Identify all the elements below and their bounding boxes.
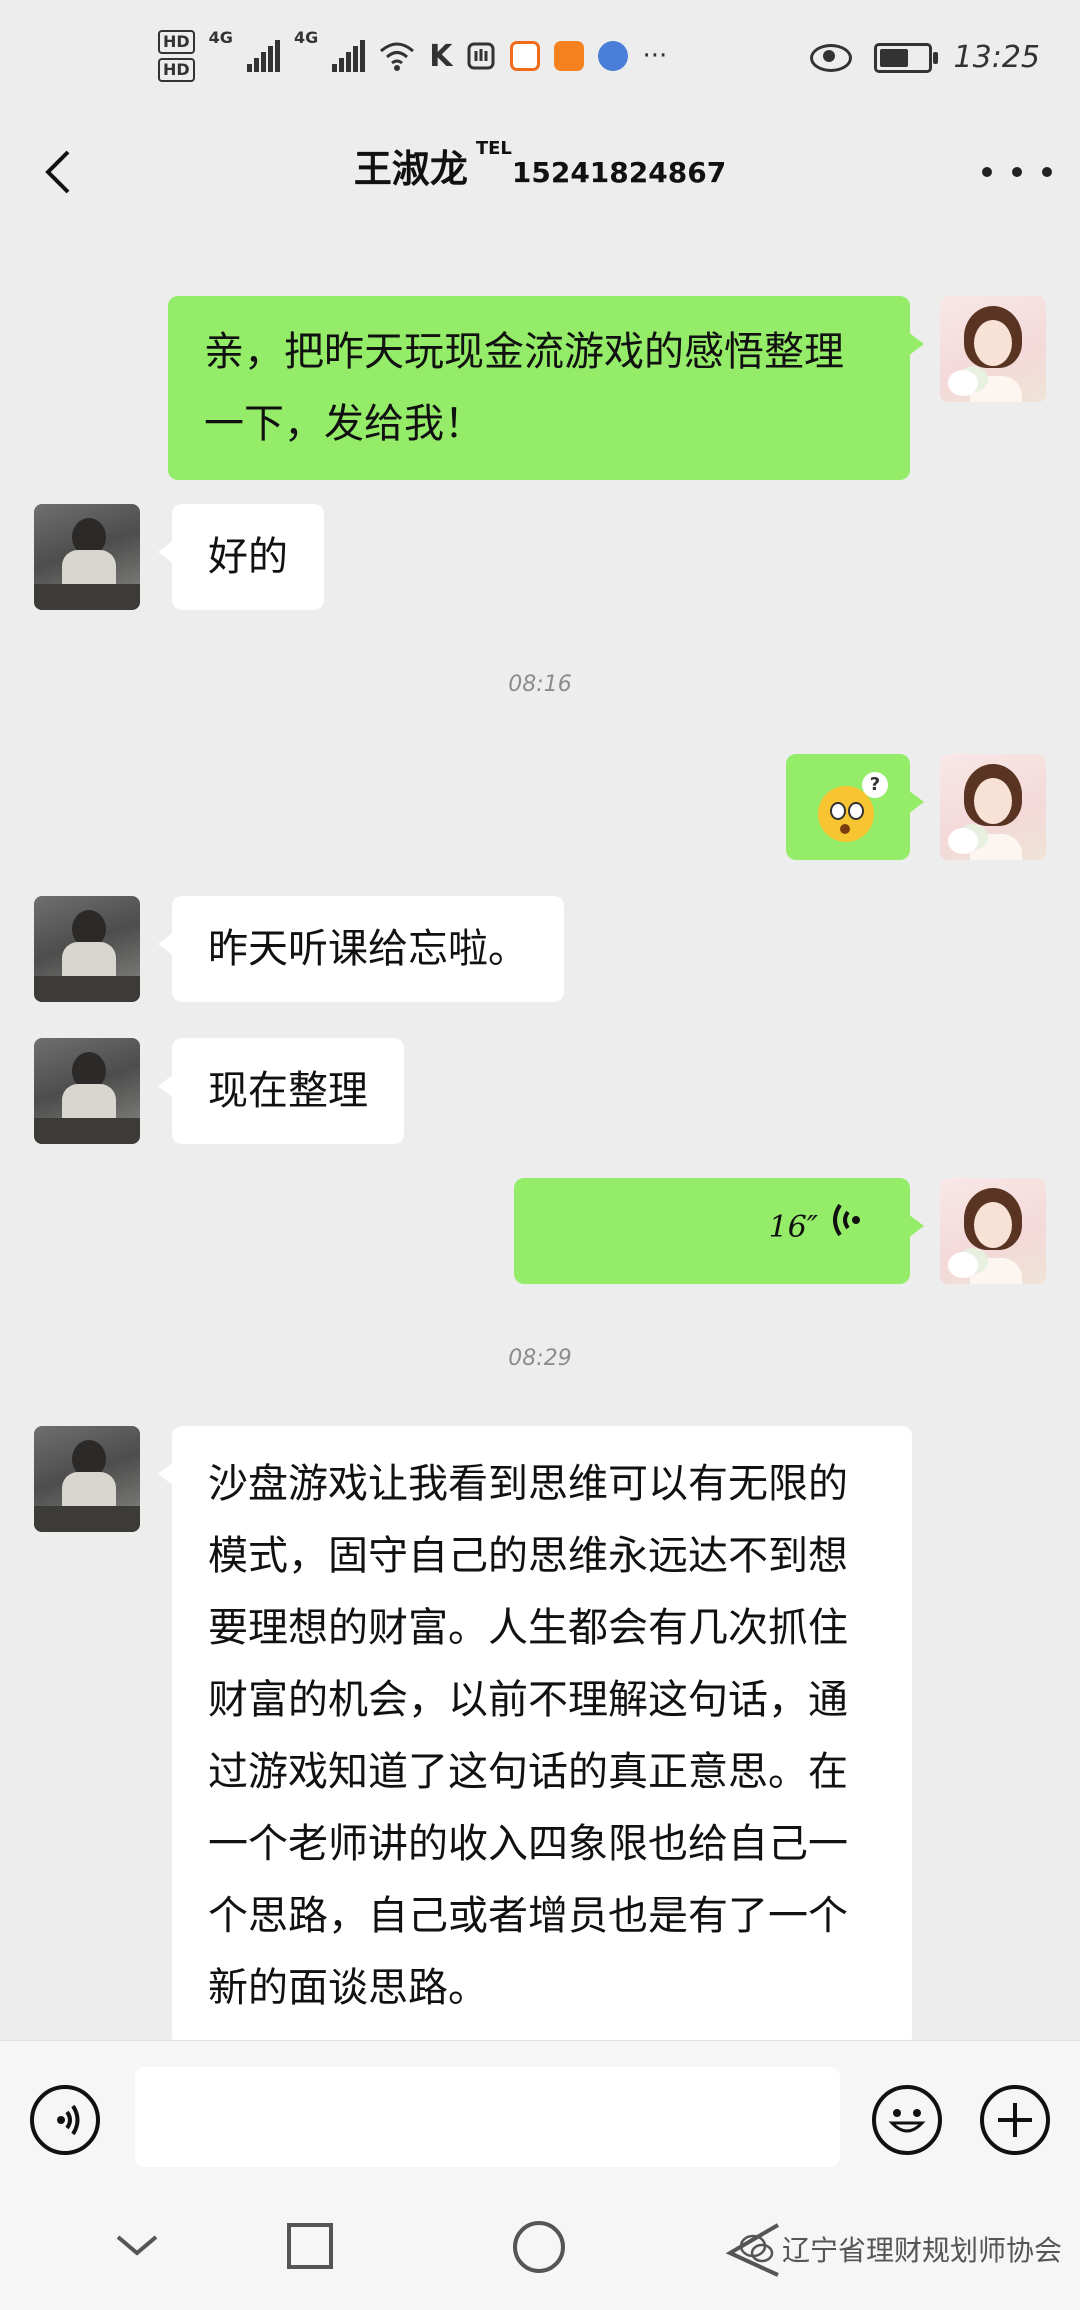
more-dots-icon[interactable] bbox=[982, 142, 1052, 202]
contact-name: 王淑龙 bbox=[353, 147, 468, 191]
k-app-icon: K bbox=[429, 38, 453, 74]
system-nav-bar: 辽宁省理财规划师协会 bbox=[0, 2195, 1080, 2310]
self-avatar[interactable] bbox=[940, 1178, 1046, 1284]
tel-tag: TEL bbox=[475, 138, 512, 159]
didi-app-icon bbox=[510, 41, 541, 71]
message-bubble-contact[interactable]: 现在整理 bbox=[158, 1038, 404, 1144]
more-status-icons: ··· bbox=[642, 41, 668, 71]
message-input[interactable] bbox=[135, 2067, 840, 2167]
eye-comfort-icon bbox=[809, 43, 852, 72]
voice-duration: 16″ bbox=[768, 1210, 818, 1245]
message-text: 现在整理 bbox=[208, 1068, 368, 1114]
emoji-icon[interactable] bbox=[872, 2085, 942, 2155]
battery-icon bbox=[873, 42, 938, 73]
collapse-nav-icon[interactable] bbox=[112, 2225, 162, 2265]
chat-title: 王淑龙 TEL15241824867 bbox=[0, 138, 1080, 193]
wechat-logo-icon bbox=[740, 2234, 774, 2263]
clock: 13:25 bbox=[953, 40, 1040, 75]
tel-number: 15241824867 bbox=[511, 156, 727, 189]
input-bar bbox=[0, 2040, 1080, 2196]
message-text: 亲，把昨天玩现金流游戏的感悟整理一下，发给我！ bbox=[204, 329, 844, 447]
watermark: 辽宁省理财规划师协会 bbox=[740, 2229, 1062, 2269]
plus-icon[interactable] bbox=[980, 2085, 1050, 2155]
message-bubble-contact[interactable]: 好的 bbox=[158, 504, 324, 610]
voice-message-bubble[interactable]: 16″ bbox=[514, 1178, 924, 1284]
contact-avatar[interactable] bbox=[34, 1038, 140, 1144]
message-text: 昨天听课给忘啦。 bbox=[208, 926, 528, 972]
self-avatar[interactable] bbox=[940, 754, 1046, 860]
home-button[interactable] bbox=[513, 2221, 565, 2273]
message-bubble-self[interactable]: 亲，把昨天玩现金流游戏的感悟整理一下，发给我！ bbox=[168, 296, 924, 480]
network-4g-label-2: 4G bbox=[293, 28, 319, 47]
hand-app-icon bbox=[467, 42, 495, 70]
signal-icon-2 bbox=[332, 40, 366, 72]
wifi-icon bbox=[380, 42, 415, 71]
music-app-icon bbox=[598, 41, 629, 71]
confused-emoji-icon: ? bbox=[818, 772, 888, 842]
contact-avatar[interactable] bbox=[34, 1426, 140, 1532]
recent-apps-button[interactable] bbox=[287, 2223, 333, 2269]
network-4g-label: 4G bbox=[208, 28, 233, 47]
message-bubble-contact[interactable]: 沙盘游戏让我看到思维可以有无限的模式，固守自己的思维永远达不到想要理想的财富。人… bbox=[158, 1426, 912, 2046]
message-bubble-contact[interactable]: 昨天听课给忘啦。 bbox=[158, 896, 564, 1002]
message-text: 好的 bbox=[208, 534, 288, 580]
timestamp: 08:29 bbox=[508, 1346, 572, 1371]
video-app-icon bbox=[554, 41, 585, 71]
message-text: 沙盘游戏让我看到思维可以有无限的模式，固守自己的思维永远达不到想要理想的财富。人… bbox=[208, 1461, 848, 2011]
timestamp: 08:16 bbox=[508, 672, 572, 697]
voice-icon[interactable] bbox=[30, 2085, 100, 2155]
status-right-icons: 13:25 bbox=[809, 40, 1040, 75]
watermark-text: 辽宁省理财规划师协会 bbox=[782, 2234, 1063, 2267]
status-bar: HD HD 4G 4G K ··· 13:25 bbox=[0, 0, 1080, 120]
contact-avatar[interactable] bbox=[34, 504, 140, 610]
status-left-icons: HD HD 4G 4G K ··· bbox=[158, 28, 667, 84]
self-avatar[interactable] bbox=[940, 296, 1046, 402]
hd-indicator: HD HD bbox=[158, 28, 195, 84]
signal-icon bbox=[246, 40, 280, 72]
chat-header: 王淑龙 TEL15241824867 bbox=[0, 120, 1080, 220]
voice-wave-icon bbox=[833, 1203, 860, 1237]
contact-avatar[interactable] bbox=[34, 896, 140, 1002]
